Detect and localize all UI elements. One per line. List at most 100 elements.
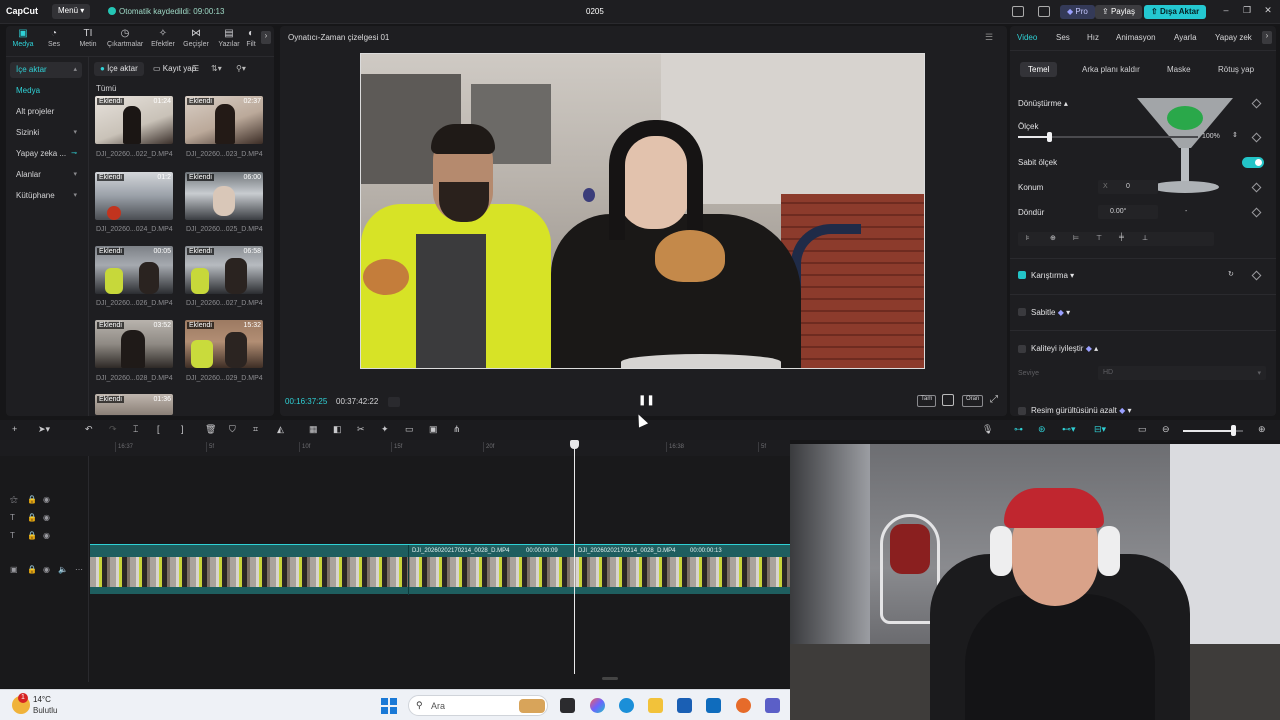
media-thumbnail[interactable]: Eklendi 01:2	[95, 172, 173, 220]
copilot-icon[interactable]	[590, 698, 605, 713]
maximize-icon[interactable]: ❐	[1240, 5, 1254, 19]
magic-icon[interactable]: ✦	[381, 424, 389, 435]
lock-icon[interactable]: 🔒	[27, 565, 37, 574]
sidebar-item-media[interactable]: Medya	[10, 83, 82, 99]
audio-tool-icon[interactable]: ⋔	[453, 424, 461, 435]
uniform-scale-toggle[interactable]	[1242, 157, 1264, 168]
microphone-icon[interactable]: 🎙	[982, 424, 993, 435]
sidebar-item-library[interactable]: Kütüphane ▾	[10, 188, 82, 204]
layout-icon[interactable]	[1012, 6, 1024, 17]
mirror-icon[interactable]: ◧	[333, 424, 342, 435]
lock-icon[interactable]: 🔒	[27, 495, 37, 504]
video-clip[interactable]: DJI_20260202170214_0028_D.MP4 00:00:00:0…	[90, 544, 790, 595]
pause-icon[interactable]: ❚❚	[638, 395, 655, 406]
import-button[interactable]: ● İçe aktar	[94, 62, 144, 76]
playhead-handle[interactable]	[570, 440, 579, 449]
split-left-icon[interactable]: [	[157, 424, 160, 434]
blend-section[interactable]: Karıştırma ▾	[1031, 271, 1074, 280]
subtab-remove-bg[interactable]: Arka planı kaldır	[1074, 62, 1148, 77]
align-left-icon[interactable]: ⊧	[1026, 234, 1030, 242]
transform-section[interactable]: Dönüştürme ▴	[1018, 99, 1068, 108]
reset-icon[interactable]: ↻	[1228, 270, 1234, 278]
zoom-in-icon[interactable]: ⊕	[1258, 424, 1266, 435]
cutout-icon[interactable]: ✂	[357, 424, 365, 435]
zoom-slider-handle[interactable]	[1231, 425, 1236, 436]
split-right-icon[interactable]: ]	[181, 424, 184, 434]
menu-icon[interactable]: ☰	[985, 32, 993, 43]
sidebar-item-yours[interactable]: Sizinki ▾	[10, 125, 82, 141]
stepper-icon[interactable]: ⇕	[1232, 131, 1238, 139]
firefox-icon[interactable]	[736, 698, 751, 713]
tab-audio[interactable]: ◔ Ses	[37, 28, 71, 48]
sidebar-item-spaces[interactable]: Alanlar ▾	[10, 167, 82, 183]
tab-ai[interactable]: Yapay zek	[1215, 33, 1263, 42]
level-select[interactable]: HD ▾	[1098, 366, 1266, 380]
keyframe-icon[interactable]	[1251, 98, 1262, 109]
media-thumbnail[interactable]: Eklendi 15:32	[185, 320, 263, 368]
keyframe-icon[interactable]	[1251, 132, 1262, 143]
weather-temperature[interactable]: 14°C	[33, 695, 51, 704]
tab-text[interactable]: TI Metin	[71, 28, 105, 48]
tab-audio[interactable]: Ses	[1056, 33, 1070, 42]
main-track-magnet-icon[interactable]: ⊶	[1014, 424, 1023, 435]
filter-icon[interactable]: ☰	[192, 64, 199, 73]
crop-icon[interactable]: ⌗	[253, 424, 258, 435]
sidebar-item-subprojects[interactable]: Alt projeler	[10, 104, 82, 120]
scrollbar-handle[interactable]	[602, 677, 618, 680]
tab-adjust[interactable]: Ayarla	[1174, 33, 1197, 42]
tab-stickers[interactable]: ◷ Çıkartmalar	[107, 28, 143, 48]
shortcuts-icon[interactable]	[1038, 6, 1050, 17]
denoise-section[interactable]: Resim gürültüsünü azalt ◆ ▾	[1031, 406, 1131, 415]
zoom-fit-icon[interactable]	[942, 394, 954, 406]
sort-icon[interactable]: ⇅▾	[211, 64, 222, 73]
enhance-checkbox[interactable]	[1018, 345, 1026, 353]
enhance-section[interactable]: Kaliteyi iyileştir ◆ ▴	[1031, 344, 1098, 353]
sidebar-item-import[interactable]: İçe aktar ▴	[10, 62, 82, 78]
subtab-basic[interactable]: Temel	[1020, 62, 1058, 77]
scale-value[interactable]: 100%	[1202, 133, 1220, 140]
speed-icon[interactable]: ◭	[277, 424, 284, 435]
chevron-right-icon[interactable]: ›	[261, 31, 271, 44]
captions-tool-icon[interactable]: ▭	[405, 424, 414, 435]
media-thumbnail[interactable]: Eklendi 03:52	[95, 320, 173, 368]
keyframe-icon[interactable]	[1251, 182, 1262, 193]
edge-icon[interactable]	[619, 698, 634, 713]
subtab-retouch[interactable]: Rötuş yap	[1210, 62, 1262, 77]
stabilize-section[interactable]: Sabitle ◆ ▾	[1031, 308, 1070, 317]
export-button[interactable]: ⇧ Dışa Aktar	[1144, 5, 1207, 19]
tab-effects[interactable]: ✧ Efektler	[146, 28, 180, 48]
delete-icon[interactable]: 🗑	[205, 424, 216, 435]
fit-timeline-icon[interactable]: ▭	[1138, 424, 1147, 435]
file-explorer-icon[interactable]	[648, 698, 663, 713]
media-thumbnail[interactable]: Eklendi 01:36	[95, 394, 173, 415]
keyframe-icon[interactable]	[1251, 270, 1262, 281]
close-icon[interactable]: ✕	[1261, 5, 1275, 19]
blend-checkbox[interactable]	[1018, 271, 1026, 279]
transform-tool-icon[interactable]: ▣	[429, 424, 438, 435]
denoise-checkbox[interactable]	[1018, 407, 1026, 415]
freeze-icon[interactable]: ▦	[309, 424, 318, 435]
minimize-icon[interactable]: –	[1219, 5, 1233, 19]
redo-icon[interactable]: ↷	[109, 424, 117, 435]
undo-icon[interactable]: ↶	[85, 424, 93, 435]
windows-start-icon[interactable]	[381, 698, 397, 714]
timecode-toggle[interactable]	[388, 397, 400, 407]
weather-description[interactable]: Bulutlu	[33, 706, 57, 715]
chevron-right-icon[interactable]: ›	[1262, 31, 1272, 44]
lock-icon[interactable]: 🔒	[27, 513, 37, 522]
eye-icon[interactable]: ◉	[43, 531, 50, 540]
tab-media[interactable]: ▣ Medya	[6, 28, 40, 48]
outlook-icon[interactable]	[706, 698, 721, 713]
scale-slider-handle[interactable]	[1046, 132, 1052, 142]
lock-icon[interactable]: 🔒	[27, 531, 37, 540]
rotate-input[interactable]: 0.00°	[1098, 205, 1158, 219]
speaker-icon[interactable]: 🔈	[58, 565, 68, 574]
rotate-reset[interactable]: -	[1185, 208, 1187, 215]
auto-snap-icon[interactable]: ⊛	[1038, 424, 1046, 435]
keyframe-icon[interactable]	[1251, 207, 1262, 218]
tab-filters[interactable]: ◐ Filt	[242, 28, 260, 48]
media-thumbnail[interactable]: Eklendi 00:05	[95, 246, 173, 294]
tab-video[interactable]: Video	[1017, 33, 1037, 42]
select-tool-icon[interactable]: ➤▾	[38, 424, 50, 435]
media-thumbnail[interactable]: Eklendi 06:58	[185, 246, 263, 294]
